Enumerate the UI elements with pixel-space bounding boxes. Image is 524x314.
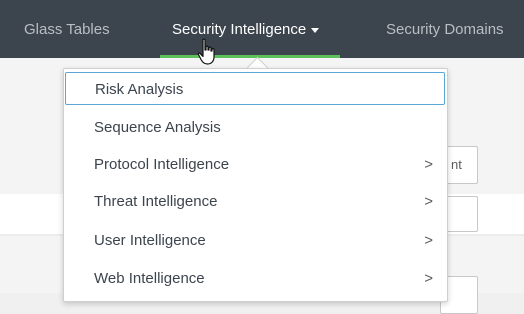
menu-item-risk-analysis[interactable]: Risk Analysis	[65, 72, 445, 105]
menu-item-label: Web Intelligence	[94, 270, 205, 287]
top-navigation-bar: Glass Tables Security Intelligence Secur…	[0, 0, 524, 58]
menu-item-threat-intelligence[interactable]: Threat Intelligence >	[64, 183, 447, 220]
chevron-right-icon: >	[424, 270, 433, 287]
nav-tab-label: Security Domains	[386, 21, 504, 38]
menu-item-label: Risk Analysis	[95, 81, 184, 98]
menu-item-web-intelligence[interactable]: Web Intelligence >	[64, 260, 447, 297]
chevron-right-icon: >	[424, 156, 433, 173]
menu-item-label: Threat Intelligence	[94, 193, 218, 210]
menu-item-label: User Intelligence	[94, 232, 206, 249]
caret-down-icon	[311, 27, 320, 33]
menu-item-user-intelligence[interactable]: User Intelligence >	[64, 222, 447, 259]
menu-item-label: Protocol Intelligence	[94, 156, 230, 173]
menu-item-protocol-intelligence[interactable]: Protocol Intelligence >	[64, 146, 447, 183]
menu-item-label: Sequence Analysis	[94, 119, 221, 136]
security-intelligence-dropdown-menu: Risk Analysis Sequence Analysis Protocol…	[63, 68, 448, 302]
nav-tab-label: Security Intelligence	[172, 21, 307, 38]
hand-pointer-cursor-icon	[197, 38, 215, 65]
background-button-label: nt	[451, 157, 462, 172]
chevron-right-icon: >	[424, 193, 433, 210]
nav-tab-security-intelligence[interactable]: Security Intelligence	[172, 0, 320, 58]
chevron-right-icon: >	[424, 232, 433, 249]
nav-tab-security-domains[interactable]: Security Domains	[386, 0, 504, 58]
nav-tab-label: Glass Tables	[24, 21, 110, 38]
menu-item-sequence-analysis[interactable]: Sequence Analysis	[64, 109, 447, 146]
nav-tab-glass-tables[interactable]: Glass Tables	[24, 0, 110, 58]
